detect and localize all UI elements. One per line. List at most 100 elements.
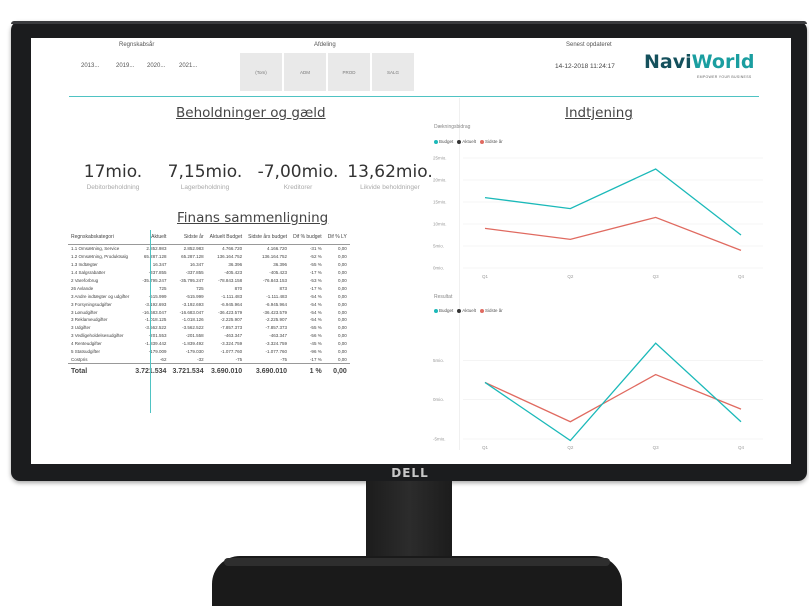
table-row: 1.2 Omsætning, Produktsalg 65.287.128 65.2… [68, 253, 350, 261]
total-row: Total3.721.5343.721.5343.690.0103.690.01… [68, 363, 350, 379]
table-cell: 0,00 [338, 293, 347, 299]
table-row: 5 Statsudgifter -179.009 -179.030 -1.077.76… [68, 348, 350, 356]
table-cell: -515.999 [185, 293, 204, 299]
legend-item: Budget [434, 308, 453, 313]
legend-dot [434, 139, 438, 144]
table-row: 1.4 Salgsrabatter -337.855 -337.855 -405.42… [68, 269, 350, 277]
column-header[interactable]: Aktuelt Budget [206, 230, 246, 245]
table-cell: -7.857.373 [265, 325, 288, 331]
table-row: 3 Andre indtægter og udgifter -515.999 -51… [68, 292, 350, 300]
table-cell: -337.855 [185, 270, 204, 276]
table-row: 3 Lønudgifter -16.683.047 -16.683.047 -36.4… [68, 308, 350, 316]
table-cell: 0,00 [338, 254, 347, 260]
table-cell: -16.683.047 [179, 309, 204, 315]
table-cell: 0,00 [338, 341, 347, 347]
table-cell: -2.225.907 [265, 317, 288, 323]
chart-legend: Budget Aktuelt Sidste år [434, 139, 503, 144]
table-cell: -3.324.759 [265, 341, 288, 347]
table-cell: -463.347 [269, 333, 288, 339]
table-cell: -32 [197, 356, 204, 362]
y-tick-label: 20mio. [433, 178, 447, 183]
year-option[interactable]: 2013... [81, 63, 99, 69]
chart-title: Dækningsbidrag [434, 124, 471, 130]
table-cell: -76.843.153 [263, 278, 288, 283]
table-cell: 4.166.720 [267, 246, 288, 252]
kpi-cash: 13,62mio. Likvide beholdninger [347, 162, 433, 191]
total-cell: 3.690.010 [206, 363, 246, 379]
table-cell: -55 % [309, 262, 322, 268]
table-cell: -1.077.760 [220, 349, 243, 355]
table-cell: 0,00 [338, 333, 347, 339]
table-cell: 873 [279, 285, 288, 291]
table-cell: 2.852.983 [183, 246, 204, 252]
table-cell: 0,00 [338, 262, 347, 268]
table-row: Costpris -62 -32 -75 -75 -17 % 0,00 [68, 355, 350, 363]
column-header[interactable]: Dif % budget [290, 230, 325, 245]
table-cell: -75 [280, 356, 288, 362]
column-header[interactable]: Regnskabskategori [68, 230, 133, 245]
table-row: 26 Avlande 725 725 870 873 -17 % 0,00 [68, 284, 350, 292]
table-row: 3 Udgifter -3.562.522 -3.562.522 -7.857.373… [68, 324, 350, 332]
x-tick-label: Q2 [567, 274, 574, 279]
table-row: 3 Reklameudgifter -1.018.125 -1.018.126 -2.… [68, 316, 350, 324]
table-cell: 0,00 [338, 278, 347, 283]
dept-slicer-label: Afdeling [314, 42, 336, 48]
legend-dot [457, 139, 462, 144]
year-option[interactable]: 2021... [179, 63, 197, 69]
table-cell: 26 Avlande [71, 285, 94, 291]
naviworld-logo: NaviWorld [644, 51, 755, 73]
y-tick-label: 5mio. [433, 358, 444, 363]
total-cell: Total [68, 363, 133, 379]
table-cell: 3 Reklameudgifter [71, 317, 108, 323]
y-tick-label: 5mio. [433, 244, 444, 249]
table-cell: -52 % [309, 254, 322, 260]
table-cell: 0,00 [338, 317, 347, 323]
table-cell: 0,00 [338, 309, 347, 315]
x-tick-label: Q1 [482, 445, 489, 450]
x-tick-label: Q4 [738, 445, 745, 450]
column-header[interactable]: Dif % LY [324, 230, 350, 245]
year-slicer-label: Regnskabsår [119, 42, 155, 48]
table-cell: -1.077.760 [265, 349, 288, 355]
table-cell: -54 % [309, 293, 322, 299]
table-cell: 1.1 Omsætning, Service [71, 246, 120, 252]
table-cell: -405.423 [269, 270, 288, 276]
table-cell: 5 Statsudgifter [71, 349, 101, 355]
table-cell: 725 [196, 285, 204, 291]
table-cell: 0,00 [338, 325, 347, 331]
column-header[interactable]: Sidste år [169, 230, 207, 245]
table-cell: 0,00 [338, 356, 347, 362]
series-line-budget[interactable] [484, 342, 742, 442]
table-cell: -54 % [309, 309, 322, 315]
table-cell: -3.192.693 [182, 301, 204, 307]
header-divider [69, 96, 759, 97]
x-tick-label: Q4 [738, 274, 745, 279]
year-option[interactable]: 2020... [147, 63, 165, 69]
table-row: 4 Renteudgifter -1.839.442 -1.839.492 -3.32… [68, 340, 350, 348]
total-cell: 1 % [290, 363, 325, 379]
table-row: 3 Forsyningsudgifter -3.192.693 -3.192.693… [68, 300, 350, 308]
series-line-sidste-år[interactable] [484, 373, 742, 423]
legend-item: Aktuelt [457, 308, 476, 313]
table-cell: 1.3 Indtægter [71, 262, 98, 268]
dept-tile[interactable]: (Tom) [240, 53, 282, 91]
year-option[interactable]: 2019... [116, 63, 134, 69]
kpi-creditors: -7,00mio. Kreditorer [257, 162, 339, 191]
legend-item: Budget [434, 139, 453, 144]
table-cell: 16.347 [189, 262, 204, 268]
dept-tile[interactable]: ADM [284, 53, 326, 91]
y-tick-label: 0mio. [433, 266, 444, 271]
table-cell: -1.839.492 [182, 341, 204, 347]
table-cell: 1.2 Omsætning, Produktsalg [71, 254, 129, 260]
series-line-sidste-år[interactable] [484, 216, 742, 252]
legend-dot [457, 308, 462, 313]
dept-tile[interactable]: PROD [328, 53, 370, 91]
table-row: 1.1 Omsætning, Service 2.852.983 2.852.983… [68, 245, 350, 253]
chart-legend: Budget Aktuelt Sidste år [434, 308, 503, 313]
table-row: 2 Vareforbrug -35.795.247 -35.795.247 -78.8… [68, 277, 350, 285]
table-row: 3 Vedligeholdelsesudgifter -201.553 -201.5… [68, 332, 350, 340]
dept-tile[interactable]: SALG [372, 53, 414, 91]
table-cell: -35.795.247 [179, 278, 204, 283]
finance-table: Regnskabskategori Aktuelt Sidste år Aktuelt… [68, 230, 350, 379]
column-header[interactable]: Sidste års budget [245, 230, 291, 245]
